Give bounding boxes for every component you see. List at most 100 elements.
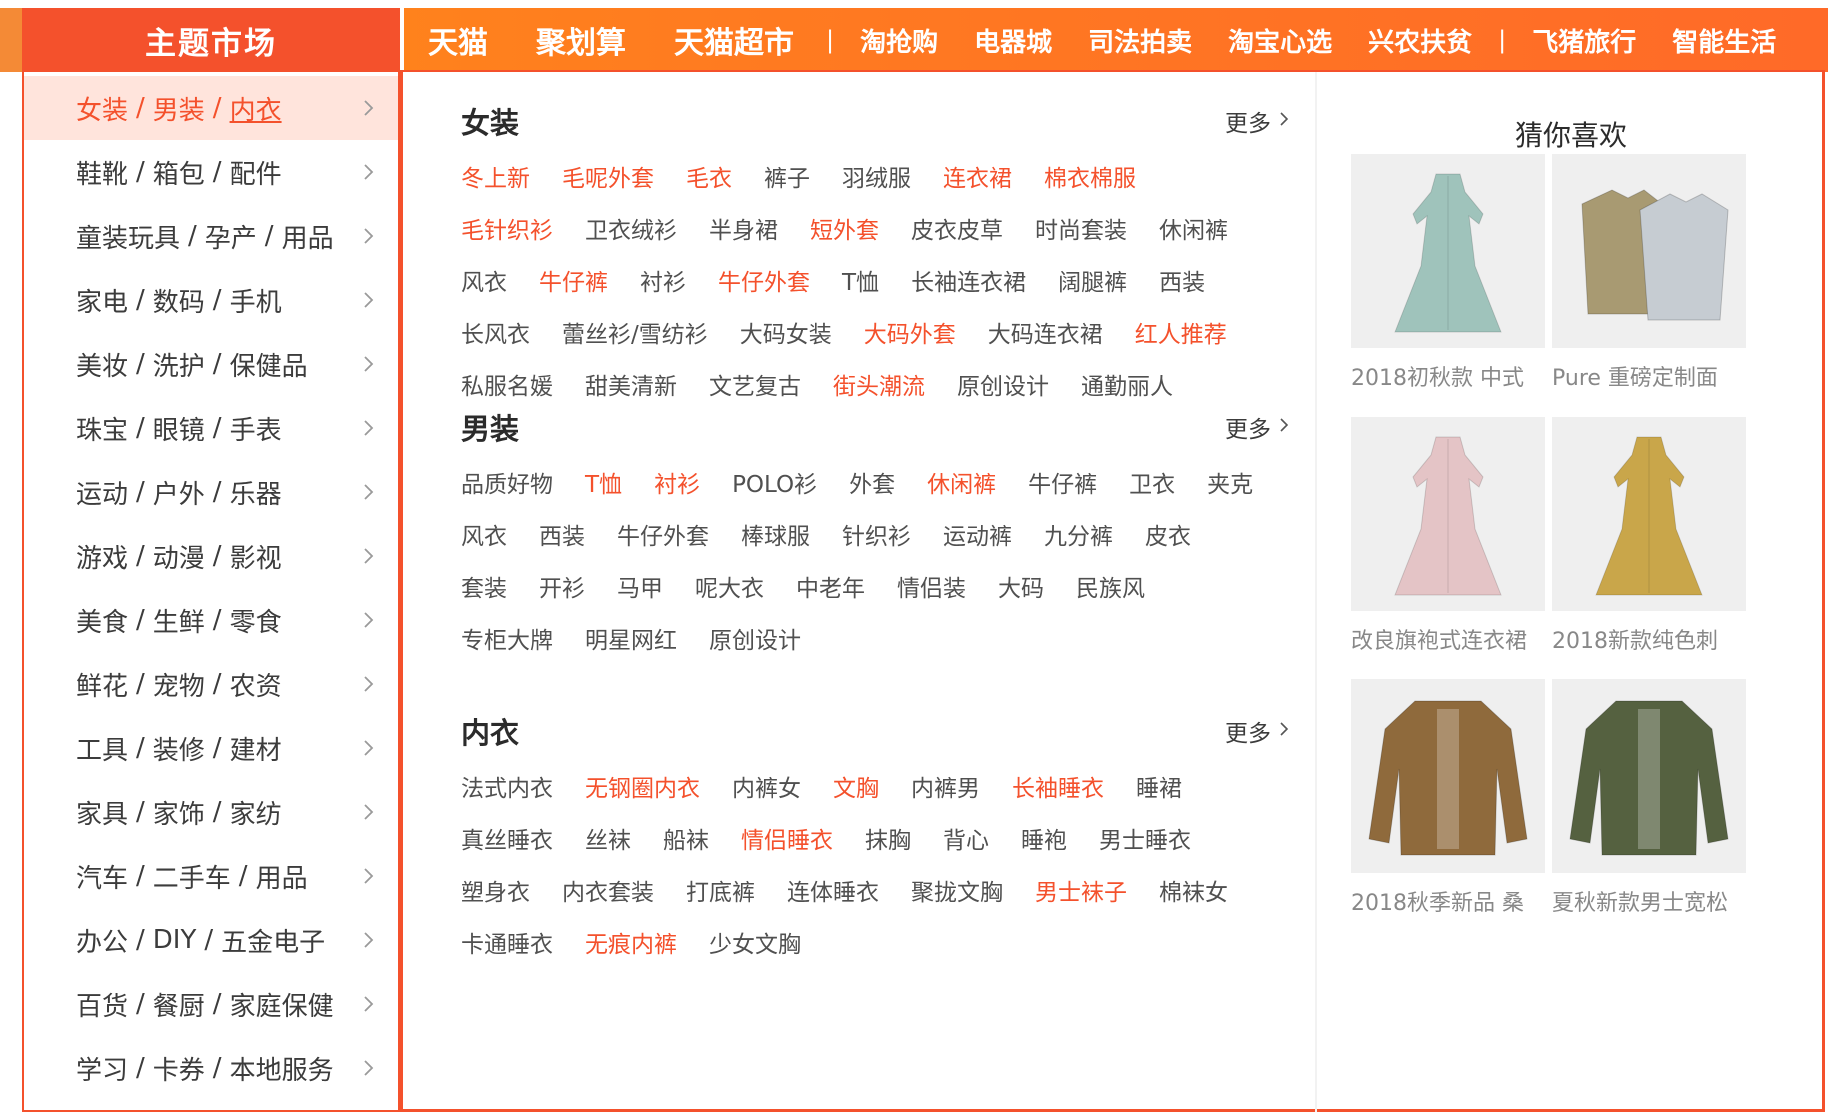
category-label[interactable]: 装修: [153, 730, 205, 767]
category-label[interactable]: 动漫: [153, 538, 205, 575]
product-image[interactable]: [1351, 154, 1545, 348]
subcategory-link[interactable]: 打底裤: [686, 878, 755, 930]
category-item[interactable]: 工具 / 装修 / 建材: [24, 716, 398, 780]
subcategory-link[interactable]: 连体睡衣: [787, 878, 879, 930]
subcategory-link[interactable]: 专柜大牌: [461, 626, 553, 678]
subcategory-link[interactable]: 抹胸: [865, 826, 911, 878]
subcategory-link[interactable]: 丝袜: [585, 826, 631, 878]
category-label[interactable]: 配件: [230, 154, 282, 191]
nav-link[interactable]: 智能生活: [1654, 22, 1794, 59]
category-label[interactable]: 数码: [153, 282, 205, 319]
subcategory-link[interactable]: 无钢圈内衣: [585, 774, 700, 826]
subcategory-link[interactable]: 卫衣绒衫: [585, 216, 677, 268]
subcategory-link[interactable]: 牛仔外套: [718, 268, 810, 320]
subcategory-link[interactable]: 情侣睡衣: [741, 826, 833, 878]
subcategory-link[interactable]: 风衣: [461, 268, 507, 320]
category-label[interactable]: 生鲜: [153, 602, 205, 639]
subcategory-link[interactable]: 男士睡衣: [1099, 826, 1191, 878]
nav-link[interactable]: 淘抢购: [842, 22, 956, 59]
subcategory-link[interactable]: 时尚套装: [1035, 216, 1127, 268]
subcategory-link[interactable]: 毛衣: [686, 164, 732, 216]
category-label[interactable]: 本地服务: [230, 1050, 334, 1087]
category-label[interactable]: 洗护: [153, 346, 205, 383]
subcategory-link[interactable]: 中老年: [796, 574, 865, 626]
subcategory-link[interactable]: 长袖连衣裙: [911, 268, 1026, 320]
subcategory-link[interactable]: 蕾丝衫/雪纺衫: [562, 320, 708, 372]
category-label[interactable]: 女装: [76, 90, 128, 127]
nav-link[interactable]: 电器城: [956, 22, 1070, 59]
category-label[interactable]: 乐器: [230, 474, 282, 511]
category-label[interactable]: 百货: [76, 986, 128, 1023]
category-label[interactable]: 户外: [153, 474, 205, 511]
subcategory-link[interactable]: 针织衫: [842, 522, 911, 574]
category-label[interactable]: 家电: [76, 282, 128, 319]
subcategory-link[interactable]: 套装: [461, 574, 507, 626]
nav-link[interactable]: 天猫超市: [650, 18, 818, 62]
subcategory-link[interactable]: 船袜: [663, 826, 709, 878]
market-title[interactable]: 主题市场: [22, 8, 400, 72]
product-card[interactable]: Pure 重磅定制面: [1552, 154, 1748, 392]
category-label[interactable]: 餐厨: [153, 986, 205, 1023]
subcategory-link[interactable]: 民族风: [1076, 574, 1145, 626]
category-label[interactable]: 卡券: [153, 1050, 205, 1087]
nav-link[interactable]: 司法拍卖: [1070, 22, 1210, 59]
subcategory-link[interactable]: 睡裙: [1136, 774, 1182, 826]
category-label[interactable]: 鲜花: [76, 666, 128, 703]
subcategory-link[interactable]: 原创设计: [709, 626, 801, 678]
subcategory-link[interactable]: 阔腿裤: [1058, 268, 1127, 320]
nav-link[interactable]: 聚划算: [512, 18, 650, 62]
category-label[interactable]: 眼镜: [153, 410, 205, 447]
category-label[interactable]: 工具: [76, 730, 128, 767]
nav-link[interactable]: 淘宝心选: [1210, 22, 1350, 59]
product-caption[interactable]: 2018初秋款 中式: [1351, 360, 1551, 392]
category-label[interactable]: 宠物: [153, 666, 205, 703]
subcategory-link[interactable]: 大码连衣裙: [988, 320, 1103, 372]
more-label[interactable]: 更多: [1225, 714, 1271, 748]
subcategory-link[interactable]: 长风衣: [461, 320, 530, 372]
category-label[interactable]: 影视: [230, 538, 282, 575]
category-label[interactable]: 农资: [230, 666, 282, 703]
category-label[interactable]: 家具: [76, 794, 128, 831]
subcategory-link[interactable]: 少女文胸: [709, 930, 801, 982]
category-label[interactable]: 用品: [282, 218, 334, 255]
more-label[interactable]: 更多: [1225, 104, 1271, 138]
subcategory-link[interactable]: 毛针织衫: [461, 216, 553, 268]
product-card[interactable]: 夏秋新款男士宽松: [1552, 679, 1748, 917]
category-label[interactable]: 珠宝: [76, 410, 128, 447]
category-item[interactable]: 办公 / DIY / 五金电子: [24, 908, 398, 972]
subcategory-link[interactable]: 呢大衣: [695, 574, 764, 626]
subcategory-link[interactable]: 明星网红: [585, 626, 677, 678]
subcategory-link[interactable]: T恤: [585, 470, 622, 522]
category-item[interactable]: 童装玩具 / 孕产 / 用品: [24, 204, 398, 268]
nav-link[interactable]: 兴农扶贫: [1350, 22, 1490, 59]
category-label[interactable]: 建材: [230, 730, 282, 767]
category-item[interactable]: 学习 / 卡券 / 本地服务: [24, 1036, 398, 1100]
subcategory-link[interactable]: 九分裤: [1044, 522, 1113, 574]
category-label[interactable]: 零食: [230, 602, 282, 639]
subcategory-link[interactable]: T恤: [842, 268, 879, 320]
subcategory-link[interactable]: 睡袍: [1021, 826, 1067, 878]
more-label[interactable]: 更多: [1225, 410, 1271, 444]
category-label[interactable]: 家饰: [153, 794, 205, 831]
product-card[interactable]: 2018初秋款 中式: [1351, 154, 1547, 392]
category-label[interactable]: DIY: [153, 925, 197, 955]
subcategory-link[interactable]: 短外套: [810, 216, 879, 268]
category-label[interactable]: 办公: [76, 922, 128, 959]
subcategory-link[interactable]: 品质好物: [461, 470, 553, 522]
subcategory-link[interactable]: 长袖睡衣: [1012, 774, 1104, 826]
subcategory-link[interactable]: 夹克: [1207, 470, 1253, 522]
category-label[interactable]: 运动: [76, 474, 128, 511]
subcategory-link[interactable]: 卡通睡衣: [461, 930, 553, 982]
subcategory-link[interactable]: 牛仔裤: [539, 268, 608, 320]
category-label[interactable]: 鞋靴: [76, 154, 128, 191]
category-item[interactable]: 百货 / 餐厨 / 家庭保健: [24, 972, 398, 1036]
subcategory-link[interactable]: 红人推荐: [1135, 320, 1227, 372]
subcategory-link[interactable]: 冬上新: [461, 164, 530, 216]
subcategory-link[interactable]: 棉袜女: [1159, 878, 1228, 930]
subcategory-link[interactable]: 内裤女: [732, 774, 801, 826]
subcategory-link[interactable]: 无痕内裤: [585, 930, 677, 982]
subcategory-link[interactable]: 羽绒服: [842, 164, 911, 216]
category-label[interactable]: 美妆: [76, 346, 128, 383]
category-label[interactable]: 游戏: [76, 538, 128, 575]
subcategory-link[interactable]: 风衣: [461, 522, 507, 574]
